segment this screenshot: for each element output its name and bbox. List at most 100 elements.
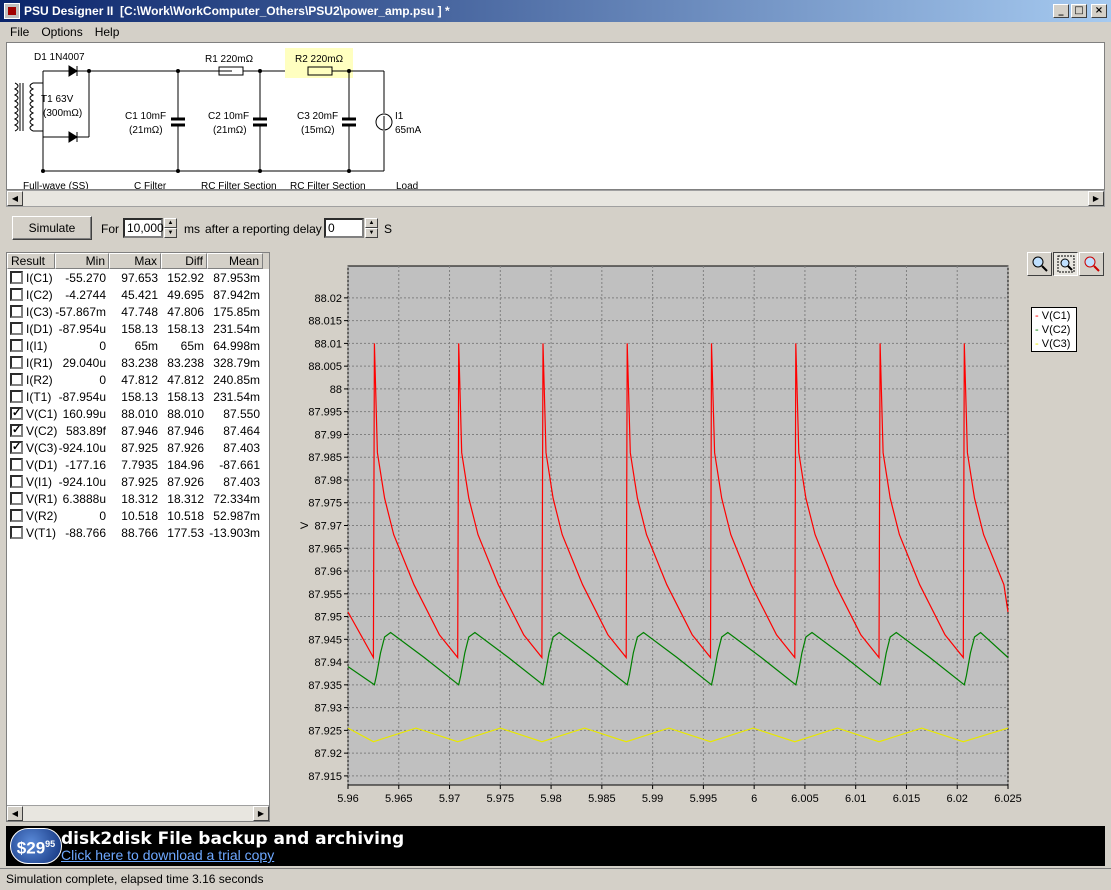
- section-load: Load: [396, 181, 418, 189]
- y-tick-label: 87.925: [308, 725, 342, 737]
- voltage-chart[interactable]: 5.96 5.965 5.97 5.975 5.98 5.985 5.99 5.995 6 6.0…: [272, 250, 1106, 822]
- zoom-in-icon[interactable]: [1027, 252, 1052, 276]
- maximize-button[interactable]: □: [1071, 4, 1087, 18]
- mean-cell: 87.953m: [213, 270, 260, 285]
- app-icon[interactable]: [4, 3, 20, 19]
- max-cell: 83.238: [121, 355, 158, 370]
- col-mean[interactable]: Mean: [207, 253, 263, 269]
- x-tick-label: 6.005: [791, 793, 819, 805]
- minimize-button[interactable]: _: [1053, 4, 1069, 18]
- ms-label: ms: [184, 222, 200, 236]
- result-name-cell: I(D1): [7, 322, 55, 336]
- scroll-left-arrow-icon[interactable]: ◀: [7, 191, 23, 206]
- x-tick-label: 5.98: [540, 793, 561, 805]
- table-row[interactable]: V(I1) -924.10u 87.925 87.926 87.403: [7, 473, 269, 490]
- result-name-cell: V(D1): [7, 458, 57, 472]
- y-tick-label: 88.015: [308, 316, 342, 328]
- col-max[interactable]: Max: [109, 253, 161, 269]
- max-cell: 158.13: [121, 389, 158, 404]
- menu-options[interactable]: Options: [35, 25, 88, 39]
- y-tick-label: 87.96: [314, 566, 342, 578]
- banner-download-link[interactable]: Click here to download a trial copy: [61, 847, 274, 863]
- table-row[interactable]: ✓ V(C1) 160.99u 88.010 88.010 87.550: [7, 405, 269, 422]
- diff-cell: 152.92: [167, 270, 204, 285]
- diode-d1b[interactable]: [68, 131, 78, 143]
- max-cell: 88.010: [121, 406, 158, 421]
- table-row[interactable]: V(T1) -88.766 88.766 177.53 -13.903m: [7, 524, 269, 541]
- result-checkbox[interactable]: ✓: [10, 441, 23, 454]
- result-checkbox[interactable]: [10, 322, 23, 335]
- result-checkbox[interactable]: [10, 305, 23, 318]
- table-row[interactable]: I(D1) -87.954u 158.13 158.13 231.54m: [7, 320, 269, 337]
- col-result[interactable]: Result: [7, 253, 55, 269]
- menu-help[interactable]: Help: [89, 25, 126, 39]
- transformer-symbol[interactable]: [13, 71, 44, 171]
- legend-label: V(C1): [1041, 310, 1071, 322]
- min-cell: -177.16: [65, 457, 106, 472]
- result-checkbox[interactable]: [10, 271, 23, 284]
- simulate-button[interactable]: Simulate: [12, 216, 92, 240]
- schematic-canvas[interactable]: D1 1N4007 T1 63V (300mΩ) R1 220mΩ R2 220…: [6, 42, 1105, 190]
- table-row[interactable]: I(R1) 29.040u 83.238 83.238 328.79m: [7, 354, 269, 371]
- min-cell: 29.040u: [62, 355, 106, 370]
- r1-label: R1 220mΩ: [205, 54, 254, 65]
- scroll-left-arrow-icon[interactable]: ◀: [7, 806, 23, 821]
- result-checkbox[interactable]: [10, 339, 23, 352]
- results-scrollbar[interactable]: ◀ ▶: [7, 805, 269, 821]
- zoom-fit-icon[interactable]: [1053, 252, 1078, 276]
- x-tick-label: 5.99: [642, 793, 663, 805]
- duration-spinner[interactable]: ▲ ▼: [164, 218, 177, 238]
- col-diff[interactable]: Diff: [161, 253, 207, 269]
- table-row[interactable]: ✓ V(C3) -924.10u 87.925 87.926 87.403: [7, 439, 269, 456]
- result-name: V(C2): [26, 423, 58, 438]
- result-checkbox[interactable]: [10, 356, 23, 369]
- zoom-out-icon[interactable]: [1079, 252, 1104, 276]
- duration-input[interactable]: 10,000: [123, 218, 164, 238]
- table-row[interactable]: V(R1) 6.3888u 18.312 18.312 72.334m: [7, 490, 269, 507]
- max-cell: 10.518: [121, 508, 158, 523]
- close-button[interactable]: ×: [1091, 4, 1107, 18]
- result-name-cell: I(C2): [7, 288, 55, 302]
- banner-title: disk2disk File backup and archiving: [61, 829, 405, 849]
- legend-entry: - V(C1): [1035, 310, 1071, 322]
- result-checkbox[interactable]: [10, 390, 23, 403]
- y-tick-label: 87.935: [308, 680, 342, 692]
- section-c-filter: C Filter: [134, 181, 167, 189]
- i1-value: 65mA: [395, 125, 421, 136]
- scroll-right-arrow-icon[interactable]: ▶: [253, 806, 269, 821]
- x-tick-label: 5.96: [337, 793, 358, 805]
- table-row[interactable]: I(C2) -4.2744 45.421 49.695 87.942m: [7, 286, 269, 303]
- diff-cell: 184.96: [167, 457, 204, 472]
- diff-cell: 87.926: [167, 440, 204, 455]
- table-row[interactable]: I(R2) 0 47.812 47.812 240.85m: [7, 371, 269, 388]
- diff-cell: 65m: [180, 338, 204, 353]
- col-min[interactable]: Min: [55, 253, 109, 269]
- scroll-right-arrow-icon[interactable]: ▶: [1088, 191, 1104, 206]
- table-row[interactable]: I(I1) 0 65m 65m 64.998m: [7, 337, 269, 354]
- min-cell: 0: [99, 508, 106, 523]
- result-checkbox[interactable]: [10, 475, 23, 488]
- schematic-scrollbar[interactable]: ◀ ▶: [6, 190, 1105, 207]
- result-name-cell: I(T1): [7, 390, 55, 404]
- table-row[interactable]: I(C3) -57.867m 47.748 47.806 175.85m: [7, 303, 269, 320]
- result-checkbox[interactable]: [10, 288, 23, 301]
- result-checkbox[interactable]: [10, 509, 23, 522]
- price-text: $29: [16, 838, 46, 858]
- result-name-cell: I(C1): [7, 271, 55, 285]
- ad-banner[interactable]: $2995 disk2disk File backup and archivin…: [6, 826, 1105, 866]
- table-row[interactable]: I(C1) -55.270 97.653 152.92 87.953m: [7, 269, 269, 286]
- result-checkbox[interactable]: [10, 458, 23, 471]
- table-row[interactable]: V(D1) -177.16 7.7935 184.96 -87.661: [7, 456, 269, 473]
- result-checkbox[interactable]: [10, 492, 23, 505]
- table-row[interactable]: I(T1) -87.954u 158.13 158.13 231.54m: [7, 388, 269, 405]
- diode-d1a[interactable]: [68, 65, 78, 77]
- result-checkbox[interactable]: [10, 526, 23, 539]
- result-checkbox[interactable]: ✓: [10, 407, 23, 420]
- table-row[interactable]: V(R2) 0 10.518 10.518 52.987m: [7, 507, 269, 524]
- delay-spinner[interactable]: ▲ ▼: [365, 218, 378, 238]
- delay-input[interactable]: 0: [324, 218, 364, 238]
- result-checkbox[interactable]: ✓: [10, 424, 23, 437]
- menu-file[interactable]: File: [4, 25, 35, 39]
- result-checkbox[interactable]: [10, 373, 23, 386]
- table-row[interactable]: ✓ V(C2) 583.89f 87.946 87.946 87.464: [7, 422, 269, 439]
